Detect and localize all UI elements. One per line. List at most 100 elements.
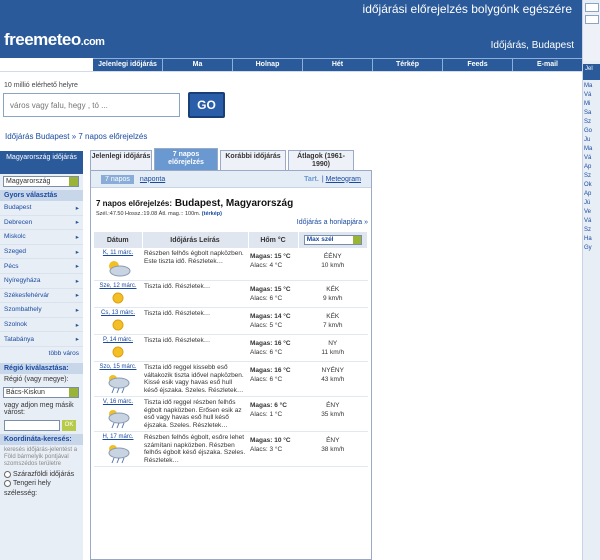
wind-select-value: Max szél <box>306 236 334 243</box>
date-link[interactable]: Cs, 13 márc. <box>96 310 140 316</box>
wind-speed: 11 km/h <box>321 349 345 356</box>
nav-tomorrow[interactable]: Holnap <box>233 59 303 71</box>
table-row: Szo, 15 márc. Tiszta idő reggel kissebb … <box>94 361 368 397</box>
homepage-link[interactable]: Időjárás a honlapjára » <box>94 219 368 226</box>
right-item[interactable]: Ma <box>584 82 599 91</box>
date-link[interactable]: Szo, 15 márc. <box>96 364 140 370</box>
breadcrumb[interactable]: Időjárás Budapest » 7 napos előrejelzés <box>5 132 147 141</box>
right-item[interactable]: Sz <box>584 118 599 127</box>
tab-averages[interactable]: Átlagok (1961-1990) <box>288 150 354 170</box>
right-item[interactable]: Jú <box>584 199 599 208</box>
temp-low: Alacs: 4 °C <box>250 262 283 269</box>
view-7day[interactable]: 7 napos <box>101 174 134 184</box>
nav-week[interactable]: Hét <box>303 59 373 71</box>
right-item[interactable]: Ve <box>584 208 599 217</box>
right-item[interactable]: Gy <box>584 244 599 253</box>
tab-history[interactable]: Korábbi időjárás <box>220 150 286 170</box>
right-item[interactable]: Vá <box>584 91 599 100</box>
tart-link[interactable]: Tart. <box>304 176 319 183</box>
description-cell: Tiszta idő reggel kissebb eső váltakozik… <box>142 361 248 397</box>
date-link[interactable]: H, 17 márc. <box>96 434 140 440</box>
right-item[interactable]: Sz <box>584 226 599 235</box>
city-link[interactable]: Budapest ▸ <box>0 201 83 216</box>
right-item[interactable]: Ok <box>584 181 599 190</box>
nav-today[interactable]: Ma <box>163 59 233 71</box>
password-input[interactable] <box>585 15 599 24</box>
right-item[interactable]: Ju <box>584 136 599 145</box>
right-item[interactable]: Ap <box>584 163 599 172</box>
nav-feeds[interactable]: Feeds <box>443 59 513 71</box>
date-link[interactable]: Sze, 12 márc. <box>96 283 140 289</box>
radio-icon <box>4 470 11 478</box>
date-cell: P, 14 márc. <box>94 334 142 362</box>
right-item[interactable]: Sa <box>584 109 599 118</box>
map-link[interactable]: (térkép) <box>202 211 222 217</box>
temp-high: Magas: 14 °C <box>250 313 291 320</box>
right-item[interactable]: Go <box>584 127 599 136</box>
city-link[interactable]: Pécs ▸ <box>0 259 83 274</box>
temp-low: Alacs: 6 °C <box>250 376 283 383</box>
city-name: Miskolc <box>4 233 26 241</box>
rain-cloud-icon <box>108 410 130 429</box>
cloud-sun-icon <box>109 261 131 277</box>
wind-cell: ÉNY 38 km/h <box>298 431 368 467</box>
right-item[interactable]: Vá <box>584 217 599 226</box>
site-logo[interactable]: freemeteo.com <box>4 30 105 50</box>
city-link[interactable]: Nyíregyháza ▸ <box>0 274 83 289</box>
city-name: Szolnok <box>4 321 28 329</box>
right-item[interactable]: Ma <box>584 145 599 154</box>
wind-dir: NYÉNY <box>321 367 344 374</box>
radio-land[interactable]: Szárazföldi időjárás <box>0 470 83 479</box>
search-input[interactable] <box>3 93 180 117</box>
go-button[interactable]: GO <box>188 92 225 118</box>
arrow-right-icon: ▸ <box>75 263 79 271</box>
city-input[interactable] <box>4 419 60 431</box>
ok-button[interactable]: OK <box>62 419 76 431</box>
meteogram-link[interactable]: Meteogram <box>326 176 361 183</box>
city-link[interactable]: Székesfehérvár ▸ <box>0 289 83 304</box>
city-link[interactable]: Szeged ▸ <box>0 245 83 260</box>
date-link[interactable]: K, 11 márc. <box>96 250 140 256</box>
date-link[interactable]: P, 14 márc. <box>96 337 140 343</box>
right-header: Jel <box>583 64 600 80</box>
temp-high: Magas: 15 °C <box>250 253 291 260</box>
right-item[interactable]: Ap <box>584 190 599 199</box>
tab-7day[interactable]: 7 napos előrejelzés <box>154 148 218 170</box>
col-temp: Hőm °C <box>248 232 299 248</box>
coordinates: Szél.:47.50 Hossz.:19.08 Átl. mag.:: 100… <box>94 211 368 217</box>
wind-cell: NYÉNY 43 km/h <box>298 361 368 397</box>
arrow-right-icon: ▸ <box>75 277 79 285</box>
arrow-right-icon: ▸ <box>75 204 79 212</box>
login-input[interactable] <box>585 3 599 12</box>
view-daily[interactable]: naponta <box>140 176 165 183</box>
divider <box>0 71 582 72</box>
date-link[interactable]: V, 16 márc. <box>96 399 140 405</box>
city-link[interactable]: Tatabánya ▸ <box>0 332 83 347</box>
right-item[interactable]: Ha <box>584 235 599 244</box>
table-row: Cs, 13 márc. Tiszta idő. Részletek… Maga… <box>94 307 368 335</box>
country-select[interactable]: Magyarország <box>3 176 79 187</box>
nav-email[interactable]: E-mail <box>513 59 582 71</box>
right-item[interactable]: Mi <box>584 100 599 109</box>
right-item[interactable]: Sz <box>584 172 599 181</box>
wind-select[interactable]: Max szél <box>303 235 362 245</box>
city-input-group: OK <box>4 419 79 431</box>
city-link[interactable]: Szombathely ▸ <box>0 303 83 318</box>
more-cities-link[interactable]: több város <box>0 347 83 360</box>
region-select[interactable]: Bács-Kiskun <box>3 386 79 398</box>
country-select-value: Magyarország <box>6 178 51 185</box>
city-link[interactable]: Debrecen ▸ <box>0 216 83 231</box>
radio-sea[interactable]: Tengeri hely <box>0 479 83 488</box>
right-item[interactable]: Vá <box>584 154 599 163</box>
date-cell: Cs, 13 márc. <box>94 307 142 335</box>
wind-cell: KÉK 9 km/h <box>298 280 368 308</box>
tab-current[interactable]: Jelenlegi időjárás <box>90 150 152 170</box>
nav-map[interactable]: Térkép <box>373 59 443 71</box>
date-cell: V, 16 márc. <box>94 396 142 432</box>
logo-text: freemeteo <box>4 30 81 49</box>
temp-cell: Magas: 14 °C Alacs: 5 °C <box>248 307 298 335</box>
city-link[interactable]: Miskolc ▸ <box>0 230 83 245</box>
nav-current-weather[interactable]: Jelenlegi időjárás <box>93 59 163 71</box>
city-link[interactable]: Szolnok ▸ <box>0 318 83 333</box>
sun-icon <box>112 346 124 358</box>
